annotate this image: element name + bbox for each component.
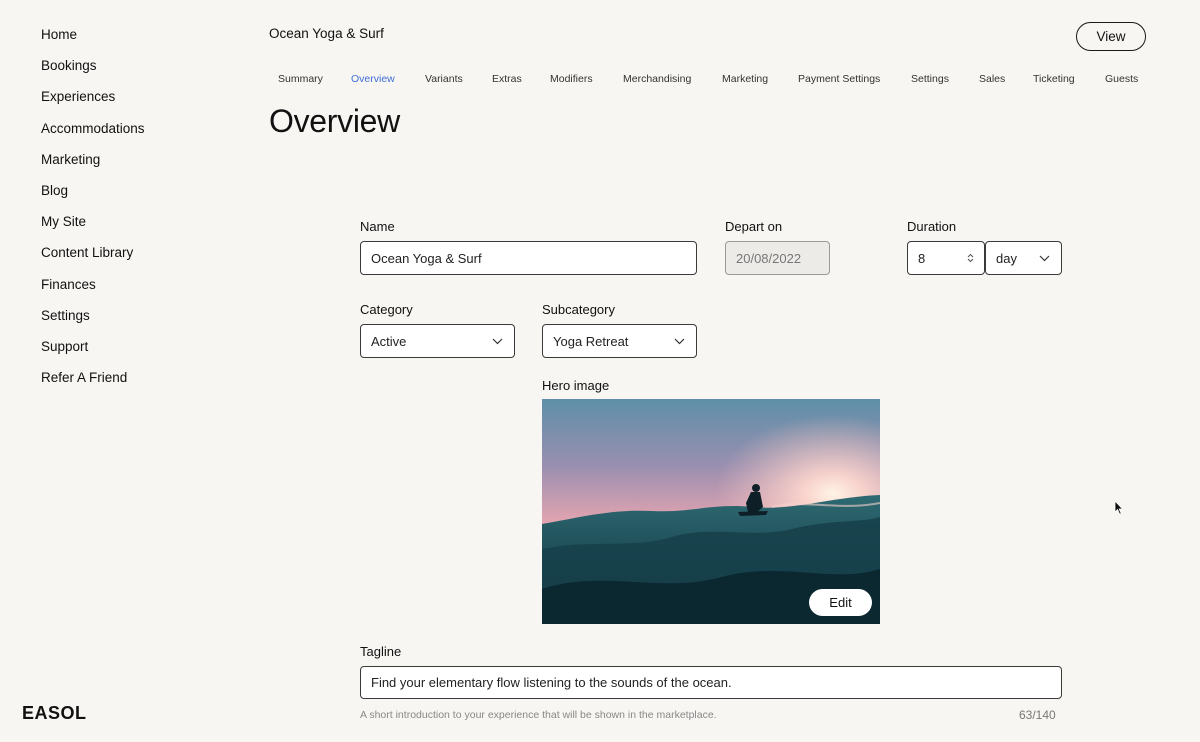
sidebar-item-my-site[interactable]: My Site <box>41 212 145 243</box>
duration-stepper[interactable]: 8 <box>907 241 985 275</box>
sidebar-item-refer-a-friend[interactable]: Refer A Friend <box>41 368 145 399</box>
tab-marketing[interactable]: Marketing <box>722 73 768 85</box>
name-input-value: Ocean Yoga & Surf <box>371 250 482 266</box>
sidebar-item-experiences[interactable]: Experiences <box>41 87 145 118</box>
hero-image-label: Hero image <box>542 378 610 393</box>
edit-hero-image-button[interactable]: Edit <box>809 589 872 616</box>
sidebar-item-content-library[interactable]: Content Library <box>41 243 145 274</box>
subcategory-value: Yoga Retreat <box>553 333 629 349</box>
tab-payment-settings[interactable]: Payment Settings <box>798 73 880 85</box>
page-title: Overview <box>269 103 400 139</box>
duration-label: Duration <box>907 219 957 234</box>
sidebar-item-marketing[interactable]: Marketing <box>41 150 145 181</box>
sidebar-item-finances[interactable]: Finances <box>41 275 145 306</box>
app-window: Home Bookings Experiences Accommodations… <box>0 0 1200 742</box>
tab-variants[interactable]: Variants <box>425 73 463 85</box>
stepper-arrows-icon[interactable] <box>967 253 974 263</box>
name-label: Name <box>360 219 395 234</box>
name-input[interactable]: Ocean Yoga & Surf <box>360 241 697 275</box>
category-label: Category <box>360 302 413 317</box>
mouse-pointer-icon <box>1114 499 1124 521</box>
experience-title: Ocean Yoga & Surf <box>269 26 384 41</box>
duration-unit-value: day <box>996 250 1017 266</box>
sidebar-item-settings[interactable]: Settings <box>41 306 145 337</box>
duration-unit-select[interactable]: day <box>985 241 1062 275</box>
depart-on-value: 20/08/2022 <box>736 250 802 266</box>
depart-on-label: Depart on <box>725 219 783 234</box>
duration-value: 8 <box>918 250 926 266</box>
tagline-value: Find your elementary flow listening to t… <box>371 675 732 690</box>
tab-summary[interactable]: Summary <box>278 73 323 85</box>
tab-merchandising[interactable]: Merchandising <box>623 73 691 85</box>
sidebar: Home Bookings Experiences Accommodations… <box>0 0 240 742</box>
sidebar-item-bookings[interactable]: Bookings <box>41 56 145 87</box>
chevron-down-icon <box>492 335 504 347</box>
view-button[interactable]: View <box>1076 22 1146 51</box>
tab-extras[interactable]: Extras <box>492 73 522 85</box>
chevron-down-icon <box>674 335 686 347</box>
subcategory-select[interactable]: Yoga Retreat <box>542 324 697 358</box>
sidebar-nav: Home Bookings Experiences Accommodations… <box>41 25 145 399</box>
tab-modifiers[interactable]: Modifiers <box>550 73 593 85</box>
tab-ticketing[interactable]: Ticketing <box>1033 73 1075 85</box>
sidebar-item-accommodations[interactable]: Accommodations <box>41 119 145 150</box>
tagline-character-counter: 63/140 <box>1019 708 1056 722</box>
tagline-label: Tagline <box>360 644 402 659</box>
tab-settings[interactable]: Settings <box>911 73 949 85</box>
category-select[interactable]: Active <box>360 324 515 358</box>
depart-on-input: 20/08/2022 <box>725 241 830 275</box>
tab-overview[interactable]: Overview <box>351 73 395 85</box>
tagline-input[interactable]: Find your elementary flow listening to t… <box>360 666 1062 699</box>
tab-sales[interactable]: Sales <box>979 73 1005 85</box>
sidebar-item-home[interactable]: Home <box>41 25 145 56</box>
chevron-down-icon <box>1039 252 1051 264</box>
category-value: Active <box>371 333 407 349</box>
easol-logo[interactable]: EASOL <box>22 703 87 724</box>
subcategory-label: Subcategory <box>542 302 615 317</box>
tagline-helper-text: A short introduction to your experience … <box>360 709 717 721</box>
sidebar-item-support[interactable]: Support <box>41 337 145 368</box>
sidebar-item-blog[interactable]: Blog <box>41 181 145 212</box>
tab-guests[interactable]: Guests <box>1105 73 1138 85</box>
